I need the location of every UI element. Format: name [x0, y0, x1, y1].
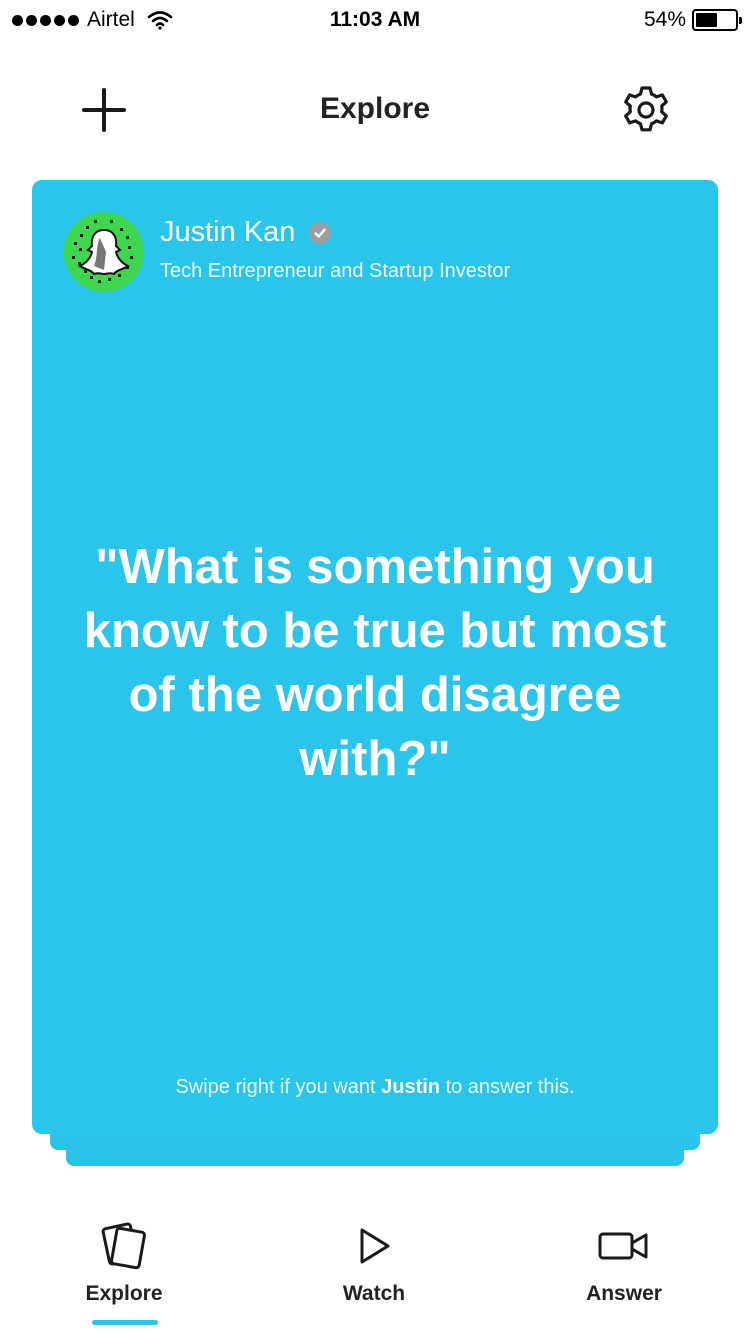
author-name[interactable]: Justin Kan — [160, 216, 295, 249]
tab-watch[interactable]: Watch — [274, 1222, 474, 1306]
swipe-hint-prefix: Swipe right if you want — [175, 1076, 382, 1098]
battery-percent: 54% — [643, 8, 686, 31]
tab-explore[interactable]: Explore — [24, 1222, 224, 1306]
author-title: Tech Entrepreneur and Startup Investor — [160, 260, 511, 282]
cards-icon — [101, 1222, 146, 1270]
status-bar: Airtel 11:03 AM 54% — [0, 0, 750, 40]
question-card[interactable]: Justin Kan Tech Entrepreneur and Startup… — [32, 180, 718, 1134]
question-text: "What is something you know to be true b… — [83, 540, 667, 786]
active-tab-indicator — [92, 1320, 158, 1325]
video-camera-icon — [598, 1232, 648, 1260]
avatar[interactable] — [64, 212, 144, 292]
author-name-row: Justin Kan — [160, 216, 332, 249]
status-time: 11:03 AM — [329, 8, 421, 31]
swipe-hint-suffix: to answer this. — [440, 1076, 575, 1098]
play-icon — [360, 1228, 390, 1264]
verified-badge — [309, 221, 332, 244]
battery-fill — [696, 13, 717, 27]
tab-answer-label: Answer — [586, 1282, 662, 1305]
app-screen: Airtel 11:03 AM 54% Explore Justin Kan T… — [0, 0, 750, 1334]
checkmark-icon — [314, 228, 327, 238]
tab-watch-label: Watch — [342, 1282, 406, 1305]
status-right: 54% — [643, 8, 742, 32]
battery-icon — [692, 9, 742, 31]
swipe-hint-name: Justin — [381, 1076, 441, 1098]
snapcode-avatar-icon — [64, 212, 144, 292]
tab-bar: Explore Watch Answer — [0, 1200, 750, 1334]
tab-answer[interactable]: Answer — [524, 1222, 724, 1306]
header: Explore — [0, 70, 750, 150]
tab-explore-label: Explore — [85, 1282, 163, 1305]
swipe-hint: Swipe right if you want Justin to answer… — [32, 1076, 718, 1099]
gear-icon[interactable] — [620, 84, 672, 136]
